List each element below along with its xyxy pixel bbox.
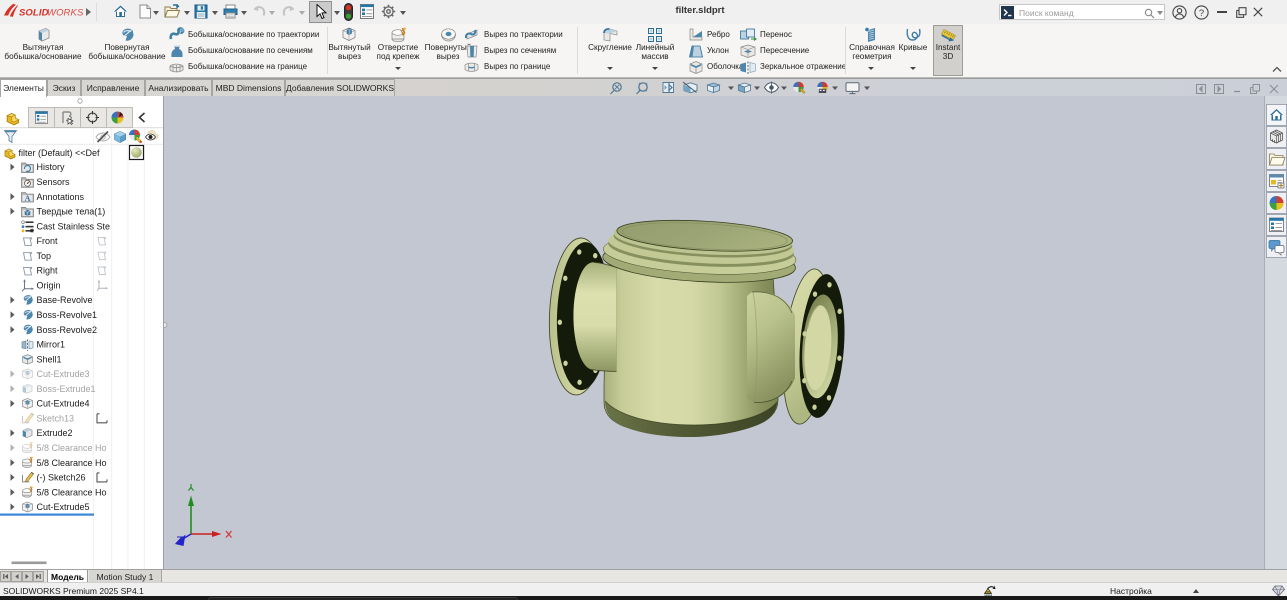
svg-text:Mirror1: Mirror1 [37,340,66,350]
svg-text:Cut-Extrude4: Cut-Extrude4 [37,399,90,409]
svg-text:Boss-Revolve1: Boss-Revolve1 [37,310,98,320]
svg-text:WORKS: WORKS [47,8,83,19]
svg-text:A: A [25,194,31,203]
svg-text:Boss-Revolve2: Boss-Revolve2 [37,325,98,335]
svg-text:(-) Sketch26: (-) Sketch26 [37,473,86,483]
svg-text:History: History [37,162,66,172]
svg-text:filter (Default) <<Def: filter (Default) <<Def [19,148,101,158]
svg-text:?: ? [1199,8,1204,19]
svg-text:Sketch13: Sketch13 [37,414,75,424]
svg-text:Extrude2: Extrude2 [37,428,73,438]
svg-text:Sensors: Sensors [37,177,71,187]
svg-text:Right: Right [37,266,59,276]
svg-text:5/8 Clearance Ho: 5/8 Clearance Ho [37,487,107,497]
svg-text:Origin: Origin [37,280,61,290]
svg-text:Boss-Extrude1: Boss-Extrude1 [37,384,96,394]
svg-text:Shell1: Shell1 [37,354,62,364]
svg-text:Base-Revolve: Base-Revolve [37,295,93,305]
svg-text:5/8 Clearance Ho: 5/8 Clearance Ho [37,443,107,453]
svg-text:Front: Front [37,236,59,246]
svg-text:SOLID: SOLID [19,8,49,19]
svg-text:Твердые тела(1): Твердые тела(1) [37,207,106,217]
svg-text:5/8 Clearance Ho: 5/8 Clearance Ho [37,458,107,468]
svg-text:Cut-Extrude5: Cut-Extrude5 [37,502,90,512]
svg-text:Annotations: Annotations [37,192,85,202]
svg-text:Top: Top [37,251,52,261]
svg-text:Cast Stainless Ste: Cast Stainless Ste [37,221,111,231]
svg-text:Cut-Extrude3: Cut-Extrude3 [37,369,90,379]
